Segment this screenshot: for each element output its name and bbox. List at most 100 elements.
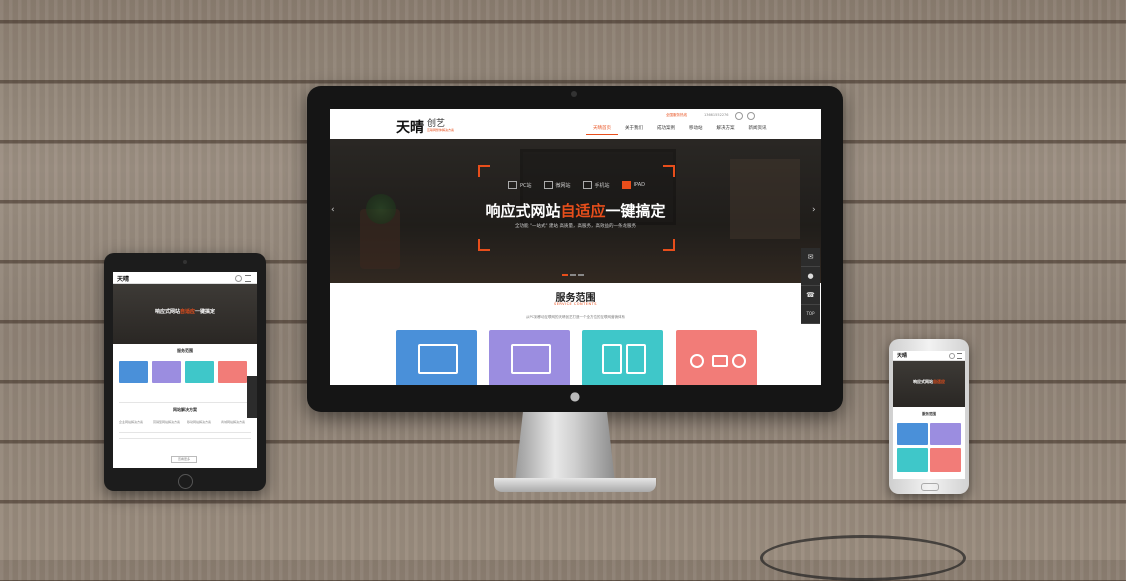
hero-headline: 响应式网站自适应一键搞定 (478, 200, 673, 221)
tablet-services-title: 服务范围 (177, 348, 193, 353)
home-button[interactable] (178, 474, 193, 489)
imac-screen: 天晴 创艺 互联网整体解决方案 全国服务热线 13661552276 天晴首页 … (330, 109, 821, 385)
back-to-top-button[interactable]: TOP (801, 305, 820, 324)
divider (119, 432, 251, 433)
wechat-phone-icon (602, 344, 622, 374)
logo-tagline: 互联网整体解决方案 (427, 128, 455, 132)
phone-card-teal[interactable] (897, 448, 928, 472)
user-icon[interactable] (949, 353, 955, 359)
phone-device: 天晴 响应式网站自适应 服务范围 (889, 339, 969, 494)
tablet-card-coral[interactable] (218, 361, 247, 383)
nav-about[interactable]: 关于我们 (618, 124, 650, 134)
tablet-icon (621, 181, 631, 189)
tablet-card-blue[interactable] (119, 361, 148, 383)
www-icon (690, 354, 704, 368)
nav-cases[interactable]: 成功案例 (650, 124, 682, 134)
device-label: IPAD (633, 182, 645, 188)
headline-highlight: 自适应 (933, 379, 945, 384)
service-card-multi[interactable] (489, 330, 570, 385)
tablet-card-purple[interactable] (152, 361, 181, 383)
hero-banner: PC站 微网站 手机站 IPAD 响应式网站自适应一键搞定 全功能 "一站式" … (330, 139, 821, 283)
prev-slide-icon[interactable]: ‹ (331, 205, 337, 215)
phone-icon (582, 181, 592, 189)
service-card-pc[interactable] (396, 330, 477, 385)
frame-corner (663, 165, 675, 177)
device-label: PC站 (520, 182, 532, 189)
device-label: 手机站 (594, 182, 610, 189)
frame-corner (478, 239, 490, 251)
next-slide-icon[interactable]: › (812, 205, 818, 215)
frame-corner (663, 239, 675, 251)
site-logo[interactable]: 天晴 (396, 117, 424, 137)
phone-services-title: 服务范围 (922, 412, 936, 416)
phone-card-coral[interactable] (930, 448, 961, 472)
phone-icon (626, 344, 646, 374)
tablet-screen: 天晴 响应式网站自适应一键搞定 服务范围 网站解决方案 企业网站解决方案 营销型… (113, 272, 257, 468)
qq-icon[interactable]: ● (801, 267, 820, 286)
imac-device: 天晴 创艺 互联网整体解决方案 全国服务热线 13661552276 天晴首页 … (307, 86, 843, 412)
nav-mobile[interactable]: 移动站 (682, 124, 710, 134)
hotline-number: 13661552276 (704, 113, 729, 117)
nav-home[interactable]: 天晴首页 (586, 124, 618, 135)
frame-corner (478, 165, 490, 177)
weibo-icon[interactable] (747, 112, 755, 120)
tablet-headline: 响应式网站自适应一键搞定 (113, 308, 257, 315)
slide-dots (562, 274, 584, 276)
headline-post: 一键搞定 (605, 202, 666, 220)
cloud-icon (712, 355, 728, 367)
tablet-floating-sidebar[interactable] (247, 376, 257, 418)
imac-stand (515, 412, 615, 482)
nav-solutions[interactable]: 解决方案 (710, 124, 742, 134)
phone-home-button[interactable] (921, 483, 939, 491)
tablet-hero: 响应式网站自适应一键搞定 (113, 284, 257, 344)
service-card-mobile[interactable] (582, 330, 663, 385)
device-list: PC站 微网站 手机站 IPAD (508, 181, 645, 189)
user-icon[interactable] (235, 275, 242, 282)
floating-sidebar: ✉ ● ☎ TOP (801, 248, 820, 324)
divider (119, 402, 251, 403)
device-label: 微网站 (555, 182, 571, 189)
slide-dot[interactable] (578, 274, 584, 276)
tablet-device: 天晴 响应式网站自适应一键搞定 服务范围 网站解决方案 企业网站解决方案 营销型… (104, 253, 266, 491)
tablet-solutions-title: 网站解决方案 (173, 407, 197, 412)
phone-logo[interactable]: 天晴 (897, 352, 907, 359)
menu-icon[interactable] (245, 275, 251, 282)
solution-col[interactable]: 商城网站解决方案 (221, 420, 253, 424)
solution-col[interactable]: 企业网站解决方案 (119, 420, 151, 424)
menu-icon[interactable] (957, 353, 962, 359)
slide-dot[interactable] (570, 274, 576, 276)
more-button[interactable]: 查看更多 (171, 456, 197, 463)
monitor-icon (508, 181, 517, 189)
multi-device-icon (511, 344, 551, 374)
chat-icon[interactable]: ✉ (801, 248, 820, 267)
device-pc: PC站 (508, 181, 532, 189)
headline-pre: 响应式网站 (485, 202, 561, 220)
headline-highlight: 自适应 (560, 202, 606, 220)
400-icon (732, 354, 746, 368)
tablet-header: 天晴 (113, 272, 257, 284)
phone-call-icon[interactable]: ☎ (801, 286, 820, 305)
headline-post: 一键搞定 (195, 309, 216, 315)
hero-subline: 全功能 "一站式" 建站 高质量，高服务，高效益的一条龙服务 (515, 224, 636, 229)
service-card-web[interactable] (676, 330, 757, 385)
main-nav: 天晴首页 关于我们 成功案例 移动站 解决方案 新闻资讯 (586, 124, 774, 135)
device-wechat: 微网站 (543, 181, 571, 189)
phone-card-purple[interactable] (930, 423, 961, 445)
imac-base (494, 478, 656, 492)
nav-news[interactable]: 新闻资讯 (742, 124, 774, 134)
site-header: 天晴 创艺 互联网整体解决方案 全国服务热线 13661552276 天晴首页 … (330, 109, 821, 140)
phone-headline: 响应式网站自适应 (893, 379, 965, 385)
phone-hero: 响应式网站自适应 (893, 361, 965, 407)
services-subtitle: SERVICE CONTENTS (553, 302, 597, 306)
apple-logo-icon: ● (569, 389, 581, 403)
phone-card-blue[interactable] (897, 423, 928, 445)
tablet-card-teal[interactable] (185, 361, 214, 383)
imac-camera (571, 91, 577, 97)
solution-col[interactable]: 营销型网站解决方案 (153, 420, 185, 424)
phone-header: 天晴 (893, 351, 965, 361)
slide-dot[interactable] (562, 274, 568, 276)
tablet-logo[interactable]: 天晴 (117, 274, 129, 283)
solution-col[interactable]: 移动网站解决方案 (187, 420, 219, 424)
tablet-camera (183, 260, 187, 264)
user-icon[interactable] (735, 112, 743, 120)
